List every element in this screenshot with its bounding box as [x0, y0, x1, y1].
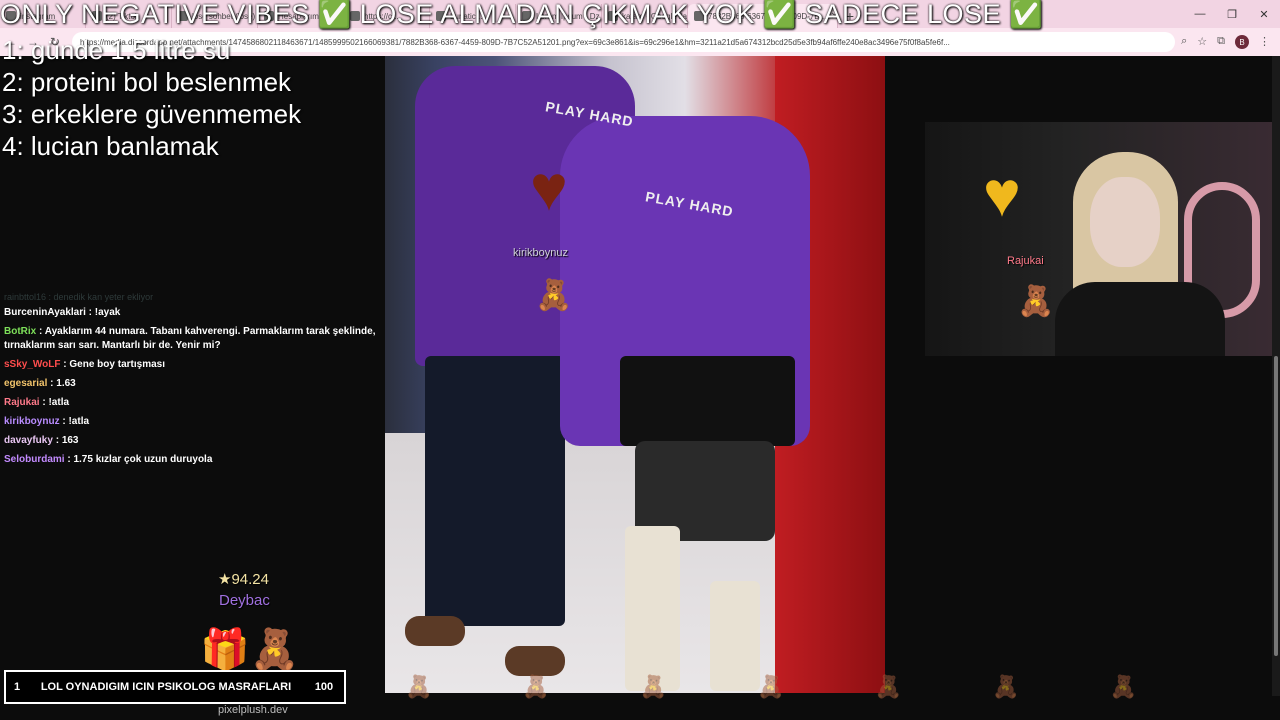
star-icon: ★: [218, 571, 232, 588]
extensions-icon[interactable]: ⧉: [1217, 35, 1225, 49]
chat-username[interactable]: BurceninAyaklari: [4, 307, 86, 318]
teddy-bear-icon: 🧸: [1017, 285, 1055, 318]
chat-message: Rajukai : !atla: [0, 394, 380, 413]
main-photo: PLAY HARD PLAY HARD ♥ kirikboynuz 🧸: [385, 56, 885, 693]
teddy-bear-icon: 🧸: [992, 674, 1020, 699]
goal-bar: 1 LOL OYNADIGIM ICIN PSIKOLOG MASRAFLARI…: [4, 670, 346, 704]
chat-text: 1.75 kızlar çok uzun duruyola: [73, 454, 213, 465]
chat-username[interactable]: egesarial: [4, 378, 47, 389]
page-scrollbar[interactable]: [1272, 56, 1280, 696]
shoe-right: [505, 646, 565, 676]
goal-min: 1: [13, 681, 21, 693]
chat-text: Ayaklarım 44 numara. Tabanı kahverengi. …: [4, 326, 376, 351]
chat-text: Gene boy tartışması: [69, 359, 165, 370]
skirt: [620, 356, 795, 446]
menu-icon[interactable]: ⋮: [1259, 35, 1270, 49]
streamer-body: [1055, 282, 1225, 356]
goal-max: 100: [314, 681, 334, 693]
chat-username[interactable]: sSky_WoLF: [4, 359, 61, 370]
streamer-face: [1090, 177, 1160, 267]
chat-text: 1.63: [56, 378, 76, 389]
brown-heart-icon: ♥: [530, 152, 568, 224]
rule-line: 3: erkeklere güvenmemek: [2, 99, 302, 129]
chat-separator: :: [85, 307, 95, 318]
bear-parade: 🧸 🧸 🧸 🧸 🧸 🧸 🧸: [385, 674, 1280, 704]
chat-username[interactable]: davayfuky: [4, 435, 53, 446]
chat-message: sSky_WoLF : Gene boy tartışması: [0, 356, 380, 375]
rule-line: 4: lucian banlamak: [2, 131, 219, 161]
teddy-bear-icon: 🧸: [757, 674, 785, 699]
score-display: ★94.24: [218, 570, 269, 588]
chat-message: Seloburdami : 1.75 kızlar çok uzun duruy…: [0, 451, 380, 470]
rule-line: 2: proteini bol beslenmek: [2, 67, 292, 97]
chat-separator: :: [52, 435, 62, 446]
chat-username[interactable]: Seloburdami: [4, 454, 65, 465]
chat-separator: :: [36, 326, 45, 337]
chat-username[interactable]: BotRix: [4, 326, 36, 337]
chat-faded-line: rainbttol16 : denedik kan yeter ekliyor: [4, 292, 154, 302]
gift-bear-icon: 🎁🧸: [200, 628, 300, 672]
scrollbar-thumb[interactable]: [1274, 356, 1278, 656]
overlay-banner: ONLY NEGATIVE VIBES ✅ LOSE ALMADAN ÇIKMA…: [0, 0, 1044, 29]
webcam-feed: ♥ Rajukai 🧸: [925, 122, 1280, 356]
rule-line: 1: günde 1.5 litre su: [2, 35, 231, 65]
boot-left: [625, 526, 680, 691]
chat-message: davayfuky : 163: [0, 432, 380, 451]
chat-message: BotRix : Ayaklarım 44 numara. Tabanı kah…: [0, 323, 380, 356]
overlay-username: Rajukai: [1007, 255, 1044, 267]
chat-text: !atla: [68, 416, 90, 427]
chat-message: kirikboynuz : !atla: [0, 413, 380, 432]
goal-title: LOL OYNADIGIM ICIN PSIKOLOG MASRAFLARI: [40, 680, 292, 693]
jeans: [425, 356, 565, 626]
zoom-icon[interactable]: ⌕: [1181, 35, 1187, 49]
chat-username[interactable]: kirikboynuz: [4, 416, 60, 427]
bookmark-star-icon[interactable]: ☆: [1197, 35, 1207, 49]
credit-text: pixelplush.dev: [218, 704, 288, 716]
score-value: 94.24: [231, 571, 269, 588]
chat-panel: rainbttol16 : denedik kan yeter ekliyor …: [0, 290, 380, 470]
chat-username[interactable]: Rajukai: [4, 397, 40, 408]
chat-separator: :: [47, 378, 57, 389]
shoe-left: [405, 616, 465, 646]
teddy-bear-icon: 🧸: [522, 674, 550, 699]
yellow-heart-icon: ♥: [983, 158, 1021, 230]
chat-message: egesarial : 1.63: [0, 375, 380, 394]
teddy-bear-icon: 🧸: [1109, 674, 1137, 699]
overlay-rules: 1: günde 1.5 litre su 2: proteini bol be…: [2, 34, 301, 162]
profile-avatar[interactable]: B: [1235, 35, 1249, 49]
score-username: Deybac: [219, 592, 270, 609]
chat-text: !ayak: [94, 307, 121, 318]
teddy-bear-icon: 🧸: [405, 674, 433, 699]
teddy-bear-icon: 🧸: [639, 674, 668, 699]
chat-message-list: BurceninAyaklari : !ayak BotRix : Ayaklar…: [0, 304, 380, 470]
teddy-bear-icon: 🧸: [874, 674, 903, 699]
teddy-bear-icon: 🧸: [535, 279, 573, 312]
overlay-username: kirikboynuz: [513, 247, 569, 259]
chat-message: BurceninAyaklari : !ayak: [0, 304, 380, 323]
chat-text: 163: [61, 435, 79, 446]
chat-text: !atla: [48, 397, 70, 408]
